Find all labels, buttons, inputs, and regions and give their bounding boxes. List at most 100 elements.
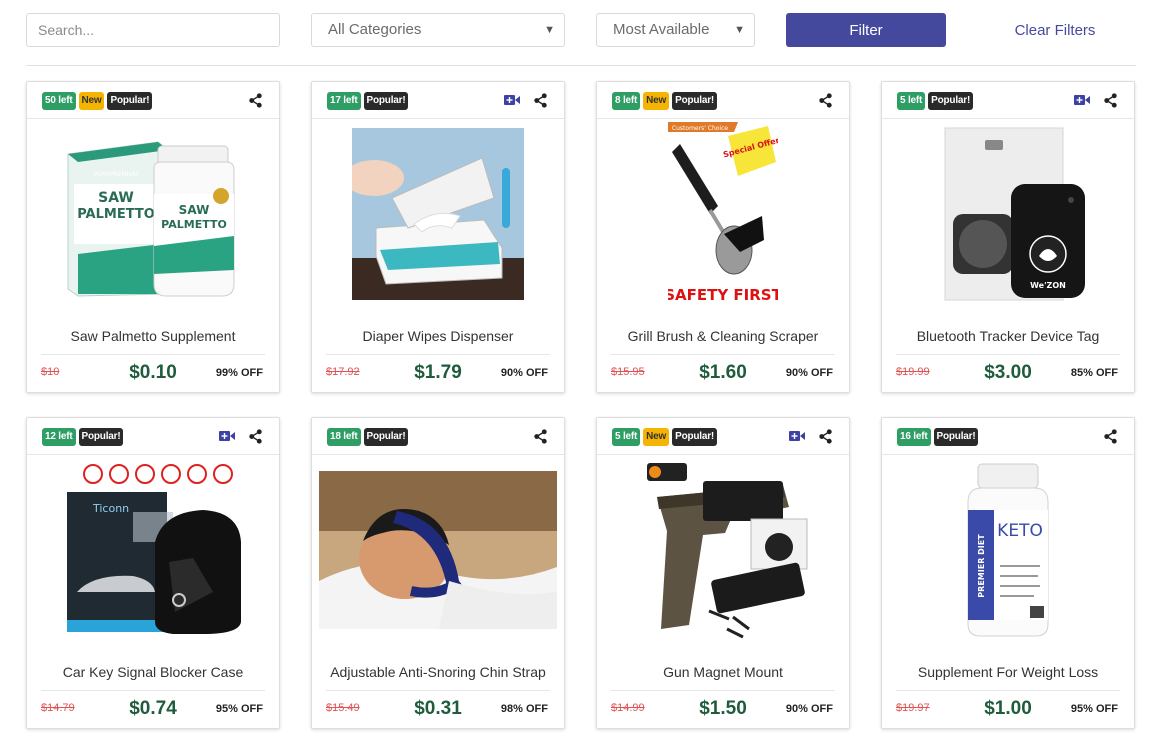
product-image-key-pouch[interactable]: Ticonn — [27, 455, 279, 645]
share-icon[interactable] — [248, 429, 263, 444]
share-icon[interactable] — [248, 93, 263, 108]
popular-badge: Popular! — [363, 428, 409, 446]
saw-brand-text: PUREPREMIUM — [94, 171, 138, 178]
discount-label: 90% OFF — [785, 703, 833, 715]
keto-side: PREMIER DIET — [977, 534, 986, 598]
card-header: 50 left New Popular! — [27, 82, 279, 119]
share-icon[interactable] — [1103, 429, 1118, 444]
card-header: 8 left New Popular! — [597, 82, 849, 119]
product-title[interactable]: Saw Palmetto Supplement — [27, 328, 279, 344]
product-card[interactable]: 18 left Popular! Adjustable Anti-Snoring… — [311, 417, 565, 729]
stock-badge: 17 left — [327, 92, 361, 110]
video-icon[interactable] — [504, 94, 520, 106]
stock-badge: 8 left — [612, 92, 641, 110]
share-icon[interactable] — [533, 93, 548, 108]
product-card[interactable]: 5 left New Popular! Gun Magnet Mount $14… — [596, 417, 850, 729]
product-title[interactable]: Car Key Signal Blocker Case — [27, 664, 279, 680]
card-header: 5 left Popular! — [882, 82, 1134, 119]
discount-label: 95% OFF — [1070, 703, 1118, 715]
keto-brand: KETO — [997, 521, 1043, 541]
tracker-brand: We'ZON — [1030, 281, 1066, 290]
saw-line2: PALMETTO — [77, 207, 155, 222]
product-image-chin-strap[interactable] — [312, 455, 564, 645]
product-title[interactable]: Supplement For Weight Loss — [882, 664, 1134, 680]
popular-badge: Popular! — [672, 92, 718, 110]
new-badge: New — [78, 92, 105, 110]
video-icon[interactable] — [789, 430, 805, 442]
product-card[interactable]: 8 left New Popular! Customers' Choice Sp… — [596, 81, 850, 393]
video-icon[interactable] — [219, 430, 235, 442]
product-image-gun-magnet[interactable] — [597, 455, 849, 645]
card-header: 18 left Popular! — [312, 418, 564, 455]
filter-button[interactable]: Filter — [786, 13, 946, 47]
grill-ribbon: Customers' Choice — [672, 125, 728, 132]
filter-bar: All Categories ▼ Most Available ▼ Filter… — [0, 0, 1164, 66]
product-title[interactable]: Gun Magnet Mount — [597, 664, 849, 680]
sort-select-value: Most Available — [613, 21, 710, 38]
new-badge: New — [643, 428, 670, 446]
stock-badge: 5 left — [897, 92, 926, 110]
chevron-down-icon: ▼ — [734, 24, 745, 36]
product-title[interactable]: Diaper Wipes Dispenser — [312, 328, 564, 344]
stock-badge: 5 left — [612, 428, 641, 446]
product-title[interactable]: Bluetooth Tracker Device Tag — [882, 328, 1134, 344]
divider — [896, 354, 1120, 355]
product-image-grill-brush[interactable]: Customers' Choice Special Offer SAFETY F… — [597, 119, 849, 309]
discount-label: 99% OFF — [215, 367, 263, 379]
discount-label: 98% OFF — [500, 703, 548, 715]
product-card[interactable]: 5 left Popular! We'ZON Bluetooth Tracker… — [881, 81, 1135, 393]
divider — [326, 354, 550, 355]
category-select[interactable]: All Categories ▼ — [311, 13, 565, 47]
divider — [41, 690, 265, 691]
popular-badge: Popular! — [933, 428, 979, 446]
product-image-supplement[interactable]: PUREPREMIUM SAW PALMETTO SAW PALMETTO — [27, 119, 279, 309]
product-card[interactable]: 16 left Popular! KETO PREMIER DIET Suppl… — [881, 417, 1135, 729]
divider — [41, 354, 265, 355]
divider — [26, 65, 1136, 66]
chevron-down-icon: ▼ — [544, 24, 555, 36]
popular-badge: Popular! — [928, 92, 974, 110]
card-header: 12 left Popular! — [27, 418, 279, 455]
popular-badge: Popular! — [363, 92, 409, 110]
divider — [896, 690, 1120, 691]
popular-badge: Popular! — [107, 92, 153, 110]
discount-label: 95% OFF — [215, 703, 263, 715]
product-image-wipes-dispenser[interactable] — [312, 119, 564, 309]
discount-label: 85% OFF — [1070, 367, 1118, 379]
saw-bottle-line2: PALMETTO — [161, 218, 227, 231]
saw-line1: SAW — [98, 190, 134, 206]
grill-caption: SAFETY FIRST — [668, 286, 778, 304]
stock-badge: 12 left — [42, 428, 76, 446]
product-card[interactable]: 50 left New Popular! PUREPREMIUM SAW PAL… — [26, 81, 280, 393]
search-input[interactable] — [26, 13, 280, 47]
product-image-tracker[interactable]: We'ZON — [882, 119, 1134, 309]
new-badge: New — [643, 92, 670, 110]
product-image-keto-bottle[interactable]: KETO PREMIER DIET — [882, 455, 1134, 645]
saw-bottle-line1: SAW — [179, 203, 210, 217]
product-card[interactable]: 12 left Popular! Ticonn Car Key Signal B… — [26, 417, 280, 729]
video-icon[interactable] — [1074, 94, 1090, 106]
card-header: 17 left Popular! — [312, 82, 564, 119]
stock-badge: 16 left — [897, 428, 931, 446]
divider — [326, 690, 550, 691]
popular-badge: Popular! — [672, 428, 718, 446]
product-card[interactable]: 17 left Popular! Diaper Wipes Dispenser … — [311, 81, 565, 393]
clear-filters-button[interactable]: Clear Filters — [1000, 13, 1110, 47]
product-title[interactable]: Adjustable Anti-Snoring Chin Strap — [312, 664, 564, 680]
share-icon[interactable] — [1103, 93, 1118, 108]
product-title[interactable]: Grill Brush & Cleaning Scraper — [597, 328, 849, 344]
share-icon[interactable] — [818, 93, 833, 108]
discount-label: 90% OFF — [785, 367, 833, 379]
share-icon[interactable] — [818, 429, 833, 444]
stock-badge: 50 left — [42, 92, 76, 110]
stock-badge: 18 left — [327, 428, 361, 446]
sort-select[interactable]: Most Available ▼ — [596, 13, 755, 47]
share-icon[interactable] — [533, 429, 548, 444]
card-header: 5 left New Popular! — [597, 418, 849, 455]
key-brand: Ticonn — [92, 502, 129, 515]
card-header: 16 left Popular! — [882, 418, 1134, 455]
divider — [611, 354, 835, 355]
popular-badge: Popular! — [78, 428, 124, 446]
discount-label: 90% OFF — [500, 367, 548, 379]
divider — [611, 690, 835, 691]
